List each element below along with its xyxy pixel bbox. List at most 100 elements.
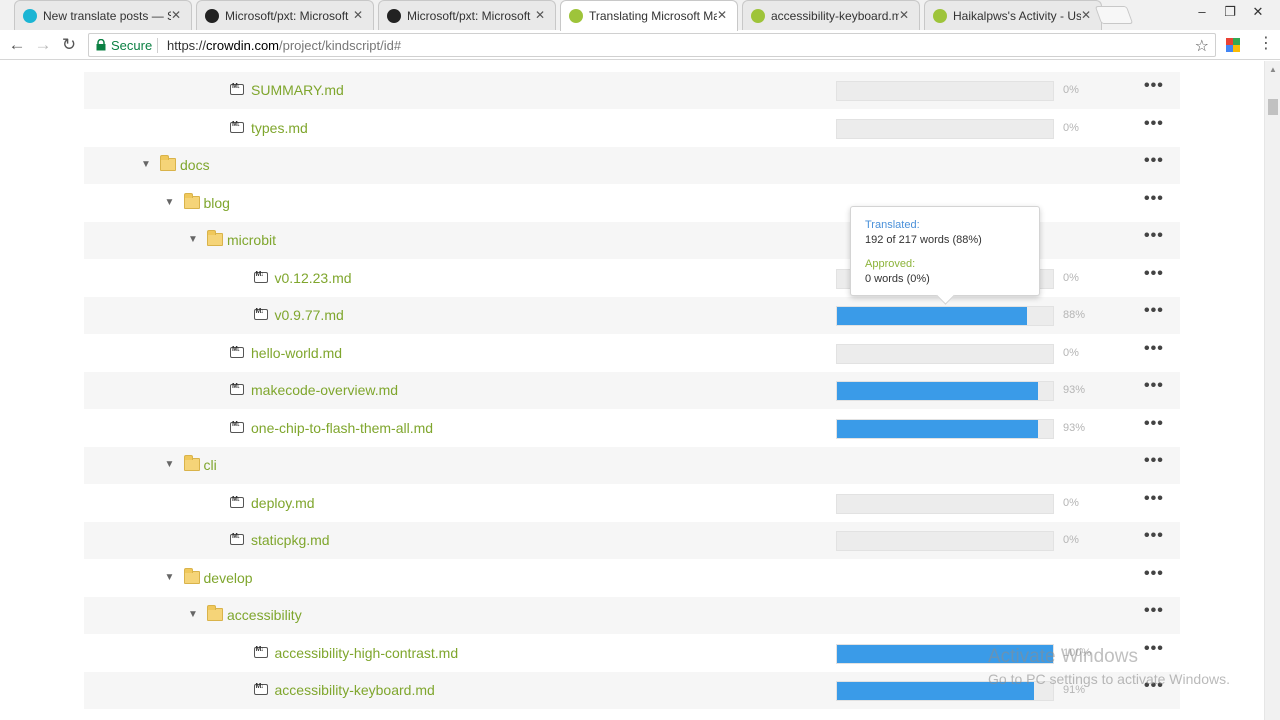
folder-name[interactable]: develop bbox=[204, 570, 253, 586]
browser-tab[interactable]: accessibility-keyboard.m ✕ bbox=[742, 0, 920, 30]
folder-row[interactable]: ▼ accessibility ••• bbox=[84, 597, 1180, 634]
more-options-icon[interactable]: ••• bbox=[1144, 340, 1164, 358]
tooltip-translated-label: Translated: bbox=[865, 219, 920, 231]
browser-menu-icon[interactable]: ⋮ bbox=[1258, 36, 1274, 52]
more-options-icon[interactable]: ••• bbox=[1144, 640, 1164, 658]
markdown-file-icon bbox=[230, 121, 244, 133]
translation-progress-bar[interactable] bbox=[836, 381, 1054, 401]
file-name-link[interactable]: deploy.md bbox=[251, 495, 315, 511]
markdown-file-icon bbox=[253, 646, 268, 658]
translation-progress-bar[interactable] bbox=[836, 643, 1054, 664]
folder-name[interactable]: accessibility bbox=[227, 607, 302, 623]
minimize-button[interactable]: – bbox=[1190, 2, 1214, 24]
browser-tab[interactable]: New translate posts — S ✕ bbox=[14, 0, 192, 30]
file-row[interactable]: types.md 0% ••• bbox=[84, 110, 1180, 147]
translation-progress-bar[interactable] bbox=[836, 81, 1054, 101]
extension-icon[interactable] bbox=[1226, 38, 1240, 52]
expand-caret-icon[interactable]: ▼ bbox=[141, 159, 151, 170]
more-options-icon[interactable]: ••• bbox=[1144, 115, 1164, 133]
file-name-link[interactable]: hello-world.md bbox=[251, 345, 342, 361]
forward-button[interactable]: → bbox=[32, 34, 54, 56]
more-options-icon[interactable]: ••• bbox=[1144, 602, 1164, 620]
tab-close-icon[interactable]: ✕ bbox=[897, 8, 911, 22]
file-row[interactable]: SUMMARY.md 0% ••• bbox=[84, 72, 1180, 109]
more-options-icon[interactable]: ••• bbox=[1144, 452, 1164, 470]
close-window-button[interactable]: ✕ bbox=[1246, 2, 1270, 24]
tab-close-icon[interactable]: ✕ bbox=[715, 8, 729, 22]
more-options-icon[interactable]: ••• bbox=[1144, 265, 1164, 283]
file-name-link[interactable]: one-chip-to-flash-them-all.md bbox=[251, 420, 433, 436]
tab-close-icon[interactable]: ✕ bbox=[533, 8, 547, 22]
translation-progress-bar[interactable] bbox=[836, 493, 1054, 514]
secure-label: Secure bbox=[111, 38, 153, 53]
back-button[interactable]: ← bbox=[6, 34, 28, 56]
file-row[interactable]: hello-world.md 0% ••• bbox=[84, 335, 1180, 372]
file-name-link[interactable]: v0.12.23.md bbox=[275, 270, 352, 286]
translation-progress-bar[interactable] bbox=[836, 118, 1054, 139]
file-row[interactable]: v0.9.77.md 88% ••• bbox=[84, 297, 1180, 334]
progress-fill bbox=[837, 682, 1034, 700]
bookmark-star-icon[interactable]: ☆ bbox=[1195, 36, 1209, 56]
translation-progress-bar[interactable] bbox=[836, 418, 1054, 439]
reload-button[interactable]: ↻ bbox=[58, 34, 80, 56]
expand-caret-icon[interactable]: ▼ bbox=[165, 572, 175, 583]
folder-row[interactable]: ▼ cli ••• bbox=[84, 447, 1180, 484]
browser-tab[interactable]: Haikalpws's Activity - Us ✕ bbox=[924, 0, 1102, 30]
maximize-button[interactable]: ❐ bbox=[1218, 2, 1242, 24]
address-bar[interactable]: Secure https://crowdin.com/project/kinds… bbox=[88, 33, 1216, 57]
browser-tab[interactable]: Microsoft/pxt: Microsoft ✕ bbox=[378, 0, 556, 30]
file-name-link[interactable]: makecode-overview.md bbox=[251, 382, 398, 398]
folder-icon bbox=[183, 192, 200, 209]
file-row[interactable]: accessibility-keyboard.md 91% ••• bbox=[84, 672, 1180, 709]
folder-name[interactable]: docs bbox=[180, 157, 210, 173]
folder-name[interactable]: cli bbox=[204, 457, 217, 473]
translation-progress-bar[interactable] bbox=[836, 531, 1054, 551]
expand-caret-icon[interactable]: ▼ bbox=[188, 609, 198, 620]
file-row[interactable]: accessibility-high-contrast.md 100% ••• bbox=[84, 635, 1180, 672]
more-options-icon[interactable]: ••• bbox=[1144, 77, 1164, 95]
more-options-icon[interactable]: ••• bbox=[1144, 490, 1164, 508]
folder-row[interactable]: ▼ docs ••• bbox=[84, 147, 1180, 184]
file-row[interactable]: makecode-overview.md 93% ••• bbox=[84, 372, 1180, 409]
more-options-icon[interactable]: ••• bbox=[1144, 415, 1164, 433]
translation-progress-bar[interactable] bbox=[836, 681, 1054, 701]
file-name-link[interactable]: SUMMARY.md bbox=[251, 82, 344, 98]
tab-title: New translate posts — S bbox=[43, 8, 171, 23]
file-name-link[interactable]: types.md bbox=[251, 120, 308, 136]
vertical-scrollbar[interactable]: ▲ bbox=[1264, 61, 1280, 720]
scroll-thumb[interactable] bbox=[1268, 99, 1278, 115]
more-options-icon[interactable]: ••• bbox=[1144, 377, 1164, 395]
file-row[interactable]: one-chip-to-flash-them-all.md 93% ••• bbox=[84, 410, 1180, 447]
file-name-link[interactable]: accessibility-keyboard.md bbox=[275, 682, 435, 698]
more-options-icon[interactable]: ••• bbox=[1144, 152, 1164, 170]
more-options-icon[interactable]: ••• bbox=[1144, 565, 1164, 583]
more-options-icon[interactable]: ••• bbox=[1144, 190, 1164, 208]
file-row[interactable]: deploy.md 0% ••• bbox=[84, 485, 1180, 522]
folder-icon bbox=[207, 230, 223, 246]
folder-row[interactable]: ▼ develop ••• bbox=[84, 560, 1180, 597]
more-options-icon[interactable]: ••• bbox=[1144, 677, 1164, 695]
file-name-link[interactable]: v0.9.77.md bbox=[275, 307, 344, 323]
new-tab-button[interactable] bbox=[1094, 6, 1134, 24]
file-name-link[interactable]: staticpkg.md bbox=[251, 532, 330, 548]
folder-name[interactable]: microbit bbox=[227, 232, 276, 248]
tab-title: Microsoft/pxt: Microsoft bbox=[225, 8, 349, 23]
file-name-link[interactable]: accessibility-high-contrast.md bbox=[275, 645, 459, 661]
translation-progress-bar[interactable] bbox=[836, 343, 1054, 364]
translation-progress-bar[interactable] bbox=[836, 306, 1054, 326]
browser-tab[interactable]: Translating Microsoft Ma ✕ bbox=[560, 0, 738, 31]
tab-close-icon[interactable]: ✕ bbox=[351, 8, 365, 22]
url-text[interactable]: https://crowdin.com/project/kindscript/i… bbox=[167, 38, 401, 53]
more-options-icon[interactable]: ••• bbox=[1144, 302, 1164, 320]
expand-caret-icon[interactable]: ▼ bbox=[165, 459, 175, 470]
tab-close-icon[interactable]: ✕ bbox=[1079, 8, 1093, 22]
expand-caret-icon[interactable]: ▼ bbox=[188, 234, 198, 245]
browser-tab[interactable]: Microsoft/pxt: Microsoft ✕ bbox=[196, 0, 374, 30]
folder-name[interactable]: blog bbox=[204, 195, 230, 211]
expand-caret-icon[interactable]: ▼ bbox=[165, 197, 175, 208]
more-options-icon[interactable]: ••• bbox=[1144, 227, 1164, 245]
more-options-icon[interactable]: ••• bbox=[1144, 527, 1164, 545]
tab-close-icon[interactable]: ✕ bbox=[169, 8, 183, 22]
scroll-up-arrow-icon[interactable]: ▲ bbox=[1269, 65, 1277, 74]
file-row[interactable]: staticpkg.md 0% ••• bbox=[84, 522, 1180, 559]
